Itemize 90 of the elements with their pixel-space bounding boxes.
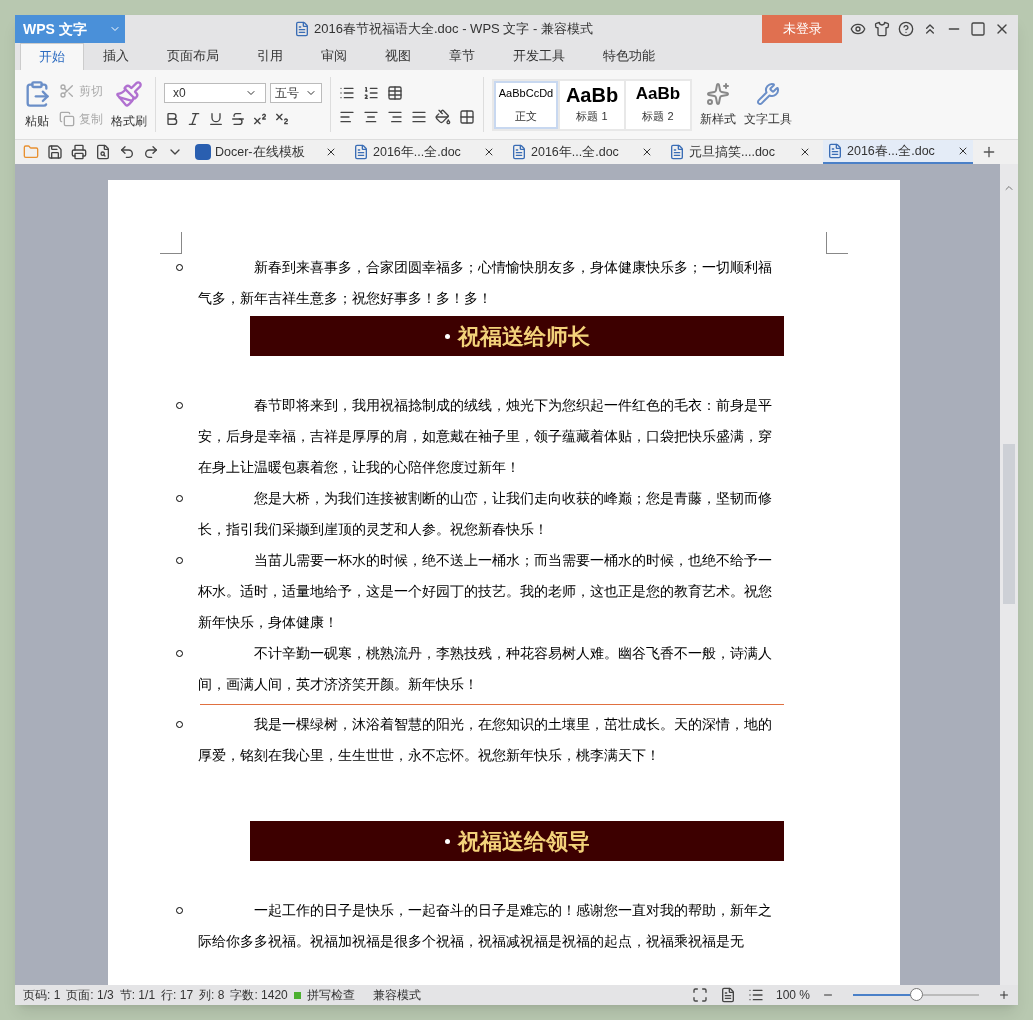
window-title: 2016春节祝福语大全.doc - WPS 文字 - 兼容模式	[314, 20, 593, 39]
zoom-value: 100 %	[775, 987, 810, 1004]
table-icon[interactable]	[387, 84, 403, 101]
strikethrough-icon[interactable]	[230, 110, 246, 127]
close-icon[interactable]	[957, 145, 969, 157]
font-size-select[interactable]: 五号	[270, 82, 322, 103]
shirt-icon[interactable]	[874, 21, 890, 37]
underline-icon[interactable]	[208, 110, 224, 127]
heading-bullet	[444, 333, 450, 339]
compatibility-mode: 兼容模式	[372, 987, 421, 1004]
document-icon	[511, 144, 527, 160]
text-tools-icon[interactable]	[756, 81, 780, 106]
app-name: WPS 文字	[22, 19, 88, 39]
menu-tab[interactable]: 开始	[20, 43, 84, 70]
status-field: 列: 8	[199, 986, 225, 1004]
help-icon[interactable]	[898, 21, 914, 37]
tab-label: 元旦搞笑....doc	[689, 143, 776, 161]
paragraph: 一起工作的日子是快乐，一起奋斗的日子是难忘的！感谢您一直对我的帮助，新年之际给你多多祝福。祝福加祝福是很多个祝福，祝福减祝福是祝福的起点，祝福乘祝福是无	[198, 902, 773, 951]
docer-logo-icon	[195, 144, 211, 160]
document-icon	[827, 143, 843, 159]
preview-icon[interactable]	[95, 144, 111, 160]
style-preset[interactable]: AaBbCcDd 正文	[494, 80, 558, 129]
paragraph: 我是一棵绿树，沐浴着智慧的阳光，在您知识的土壤里，茁壮成长。天的深情，地的厚爱，铭刻在我心里，生生世世，永不忘怀。祝您新年快乐，桃李满天下！	[198, 716, 773, 765]
outline-view-icon[interactable]	[747, 987, 764, 1003]
menu-tab[interactable]: 页面布局	[148, 43, 238, 70]
document-icon	[669, 144, 685, 160]
paragraph: 当苗儿需要一杯水的时候，绝不送上一桶水；而当需要一桶水的时候，也绝不给予一杯水。适时，适量地给予，这是一个好园丁的技艺。我的老师，这也正是您的教育艺术。祝您新年快乐，身体健康！	[198, 552, 773, 632]
tab-label: Docer-在线模板	[215, 143, 305, 161]
document-tab[interactable]: Docer-在线模板	[191, 140, 341, 164]
heading-text: 祝福送给领导	[457, 827, 590, 856]
format-painter-button[interactable]: 格式刷	[111, 111, 147, 130]
status-field: 页码: 1	[23, 986, 61, 1004]
new-style-button[interactable]: 新样式	[700, 109, 736, 128]
close-icon[interactable]	[325, 146, 337, 158]
paste-button[interactable]: 粘贴	[25, 111, 49, 130]
status-field: 节: 1/1	[119, 986, 156, 1004]
paragraph: 您是大桥，为我们连接被割断的山峦，让我们走向收获的峰巅；您是青藤，坚韧而修长，指引我们采撷到崖顶的灵芝和人参。祝您新春快乐！	[198, 490, 773, 539]
italic-icon[interactable]	[186, 110, 202, 127]
style-preset[interactable]: AaBb 标题 1	[560, 80, 624, 129]
undo-icon[interactable]	[119, 144, 135, 160]
paragraph: 春节即将来到，我用祝福捻制成的绒线，烛光下为您织起一件红色的毛衣：前身是平安，后身是幸福，吉祥是厚厚的肩，如意戴在袖子里，领子蕴藏着体贴，口袋把快乐盛满，穿在身上让温暖包裹着您，让我的心陪伴您度过新年！	[198, 397, 773, 477]
menu-tab[interactable]: 视图	[366, 43, 430, 70]
paragraph: 新春到来喜事多，合家团圆幸福多；心情愉快朋友多，身体健康快乐多；一切顺利福气多，新年吉祥生意多；祝您好事多！多！多！	[198, 259, 773, 308]
close-icon[interactable]	[799, 146, 811, 158]
printer-icon[interactable]	[71, 144, 87, 160]
margin-corner-mark	[826, 232, 848, 254]
new-style-icon[interactable]	[706, 81, 730, 106]
document-tab[interactable]: 元旦搞笑....doc	[665, 140, 815, 164]
document-tab[interactable]: 2016年...全.doc	[349, 140, 499, 164]
text-tools-button[interactable]: 文字工具	[744, 109, 792, 128]
menu-tab[interactable]: 插入	[84, 43, 148, 70]
new-tab-icon[interactable]	[981, 144, 997, 160]
tab-label: 2016春...全.doc	[847, 142, 935, 160]
bold-icon[interactable]	[164, 110, 180, 127]
document-tab[interactable]: 2016年...全.doc	[507, 140, 657, 164]
spell-check-icon	[293, 991, 301, 999]
close-icon[interactable]	[483, 146, 495, 158]
save-icon[interactable]	[47, 144, 63, 160]
tab-label: 2016年...全.doc	[531, 143, 619, 161]
zoom-in-icon[interactable]	[998, 989, 1010, 1001]
status-field: 行: 17	[161, 986, 194, 1004]
vertical-scrollbar[interactable]	[1000, 164, 1018, 985]
tab-label: 2016年...全.doc	[373, 143, 461, 161]
close-icon[interactable]	[641, 146, 653, 158]
status-field: 字数: 1420	[230, 986, 288, 1004]
document-tab[interactable]: 2016春...全.doc	[823, 140, 973, 164]
menu-tab[interactable]: 章节	[430, 43, 494, 70]
page-view-icon[interactable]	[719, 987, 736, 1003]
fullscreen-icon[interactable]	[691, 987, 708, 1003]
scrollbar-thumb[interactable]	[1003, 444, 1015, 604]
document-icon	[353, 144, 369, 160]
status-field: 页面: 1/3	[66, 986, 114, 1004]
document-icon	[294, 21, 311, 37]
font-select[interactable]: x0	[164, 82, 266, 103]
spell-check-status[interactable]: 拼写检查	[306, 986, 355, 1004]
maximize-icon[interactable]	[970, 21, 986, 37]
margin-corner-mark	[160, 232, 182, 254]
fill-icon[interactable]	[435, 108, 451, 125]
menu-tab[interactable]: 审阅	[302, 43, 366, 70]
menu-tab[interactable]: 引用	[238, 43, 302, 70]
brush-icon[interactable]	[115, 79, 143, 108]
heading-bullet	[444, 838, 450, 844]
paragraph: 不计辛勤一砚寒，桃熟流丹，李熟技残，种花容易树人难。幽谷飞香不一般，诗满人间，画满人间，英才济济笑开颜。新年快乐！	[198, 645, 773, 694]
heading-text: 祝福送给师长	[457, 322, 590, 351]
menu-tab[interactable]: 特色功能	[584, 43, 674, 70]
redo-icon[interactable]	[143, 144, 159, 160]
border-icon[interactable]	[459, 108, 475, 125]
style-preset[interactable]: AaBb 标题 2	[626, 80, 690, 129]
menu-tab[interactable]: 开发工具	[494, 43, 584, 70]
numbered-list-icon[interactable]	[363, 84, 379, 101]
